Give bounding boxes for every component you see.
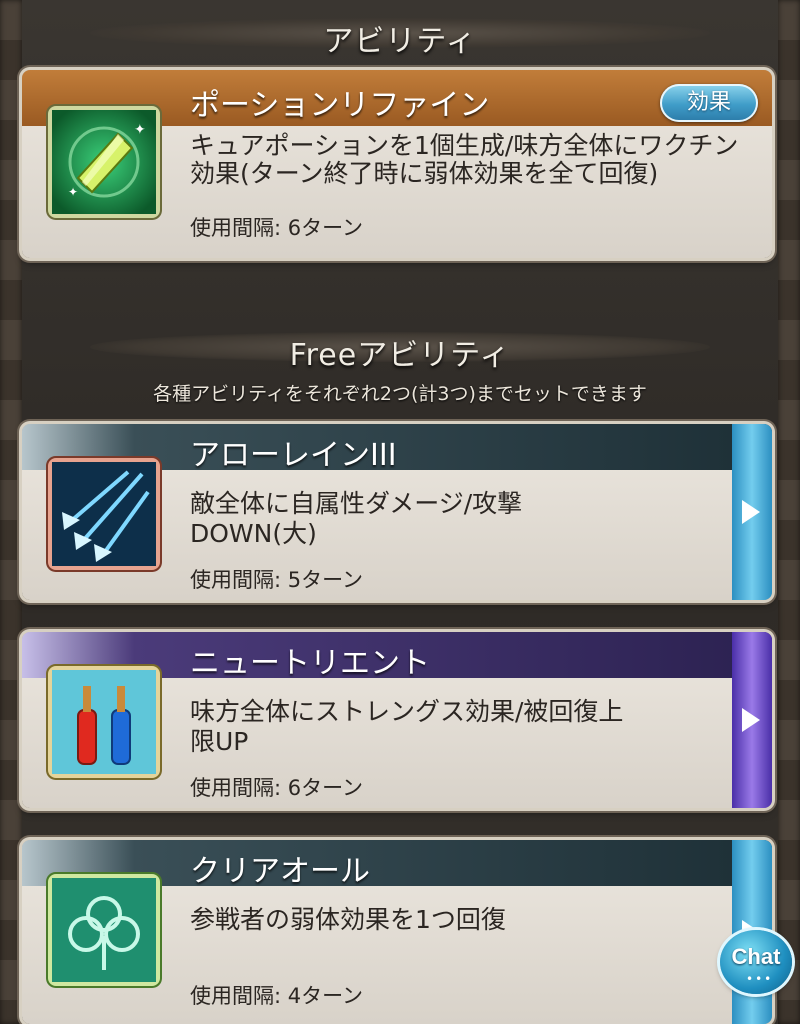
chat-button[interactable]: Chat ••• — [720, 930, 792, 994]
ability-description-line-1: 参戦者の弱体効果を1つ回復 — [190, 905, 506, 934]
ability-cooldown: 使用間隔: 6ターン — [190, 216, 364, 240]
free-section-title: Freeアビリティ — [289, 338, 511, 373]
potion-crystal-icon: ✦ ✦ — [52, 110, 156, 214]
ability-name: クリアオール — [190, 854, 370, 889]
effect-button[interactable]: 効果 — [660, 84, 758, 122]
ampoules-icon — [52, 670, 156, 774]
play-arrow-icon — [742, 708, 760, 732]
free-section-subtitle: 各種アビリティをそれぞれ2つ(計3つ)までセットできます — [153, 383, 647, 405]
ability-name: アローレインIII — [190, 438, 397, 473]
svg-text:✦: ✦ — [68, 185, 78, 199]
clover-leaf-icon — [52, 878, 156, 982]
right-frame-rail — [778, 0, 800, 1024]
ability-section-title: アビリティ — [323, 24, 477, 59]
ability-description-line-2: DOWN(大) — [190, 519, 317, 548]
arrow-rain-icon — [52, 462, 156, 566]
free-ability-card-clear-all[interactable]: クリアオール 参戦者の弱体効果を1つ回復 使用間隔: 4ターン — [22, 840, 772, 1024]
ability-cooldown: 使用間隔: 4ターン — [190, 984, 364, 1008]
free-ability-card-arrow-rain[interactable]: アローレインIII 敵全体に自属性ダメージ/攻撃 DOWN(大) 使用間隔: 5… — [22, 424, 772, 600]
free-section-header: Freeアビリティ — [0, 324, 800, 373]
next-arrow-button[interactable] — [732, 424, 772, 600]
main-ability-card[interactable]: ポーションリファイン 効果 ✦ ✦ キュアポーションを1個生成/味方全体にワクチ… — [22, 70, 772, 258]
chat-dots-icon: ••• — [746, 972, 774, 986]
ability-description-line-1: 敵全体に自属性ダメージ/攻撃 — [190, 489, 523, 518]
ability-description-line-1: 味方全体にストレングス効果/被回復上 — [190, 697, 624, 726]
ability-cooldown: 使用間隔: 6ターン — [190, 776, 364, 800]
chat-label: Chat — [731, 944, 781, 969]
play-arrow-icon — [742, 500, 760, 524]
ability-cooldown: 使用間隔: 5ターン — [190, 568, 364, 592]
ability-name: ニュートリエント — [190, 646, 430, 681]
ability-section-header: アビリティ — [0, 10, 800, 59]
free-ability-card-nutrient[interactable]: ニュートリエント 味方全体にストレングス効果/被回復上 限UP 使用間隔: 6タ… — [22, 632, 772, 808]
ability-description-line-2: 効果(ターン終了時に弱体効果を全て回復) — [190, 159, 659, 188]
ability-description-line-2: 限UP — [190, 727, 249, 756]
next-arrow-button[interactable] — [732, 632, 772, 808]
ability-name: ポーションリファイン — [190, 88, 490, 123]
left-frame-rail — [0, 0, 22, 1024]
ability-description-line-1: キュアポーションを1個生成/味方全体にワクチン — [190, 131, 739, 160]
svg-text:✦: ✦ — [134, 122, 146, 138]
